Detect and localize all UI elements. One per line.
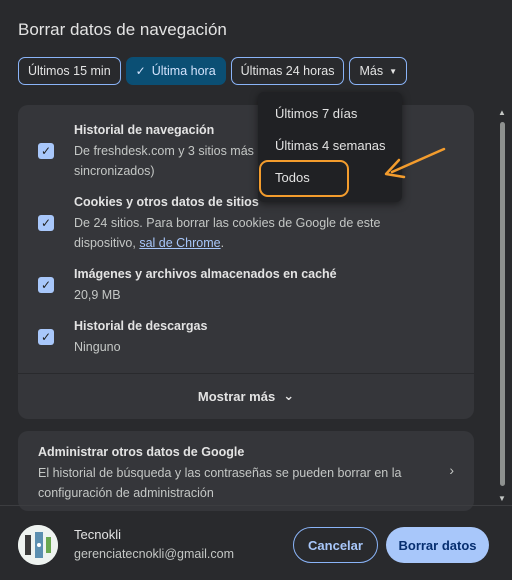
show-more-button[interactable]: Mostrar más ⌄ [18,383,474,409]
chip-label: Últimas 24 horas [240,64,335,78]
annotation-highlight-box [259,160,349,197]
chevron-down-icon: ⌄ [283,388,295,403]
item-desc: De 24 sitios. Para borrar las cookies de… [74,216,381,250]
clear-data-button[interactable]: Borrar datos [386,527,489,563]
card-title: Administrar otros datos de Google [38,445,245,459]
card-desc: El historial de búsqueda y las contraseñ… [38,466,402,500]
caret-down-icon: ▼ [389,66,397,76]
avatar [18,525,58,565]
check-icon: ✓ [135,64,146,78]
checkbox-browsing-history[interactable]: ✓ [38,143,54,159]
checkbox-cookies[interactable]: ✓ [38,215,54,231]
account-name: Tecnokli [74,527,121,542]
chip-last-24-hours[interactable]: Últimas 24 horas [230,57,345,85]
chip-label: Última hora [151,64,216,78]
scroll-down-arrow-icon[interactable]: ▼ [498,494,506,503]
scroll-up-arrow-icon[interactable]: ▲ [498,108,506,117]
divider [18,373,474,374]
item-title: Imágenes y archivos almacenados en caché [74,267,337,281]
sign-out-link[interactable]: sal de Chrome [139,236,220,250]
checkbox-cache[interactable]: ✓ [38,277,54,293]
checkbox-downloads[interactable]: ✓ [38,329,54,345]
manage-google-data-card[interactable]: Administrar otros datos de Google El his… [18,431,474,511]
item-desc: Ninguno [74,340,121,354]
scroll-thumb[interactable] [500,122,505,486]
chip-more[interactable]: Más ▼ [349,57,407,85]
dropdown-option-4-weeks[interactable]: Últimas 4 semanas [275,138,386,153]
chip-label: Últimos 15 min [28,64,111,78]
dropdown-option-7-days[interactable]: Últimos 7 días [275,106,357,121]
cancel-button[interactable]: Cancelar [293,527,378,563]
chip-label: Más [359,64,384,78]
account-email: gerenciatecnokli@gmail.com [74,547,234,561]
data-types-card: ✓ Historial de navegación De freshdesk.c… [18,105,474,419]
scrollbar[interactable]: ▲ ▼ [498,108,508,503]
dialog-title: Borrar datos de navegación [18,20,227,39]
item-title: Historial de descargas [74,319,208,333]
chevron-right-icon: › [449,462,454,478]
chip-last-hour[interactable]: ✓ Última hora [125,57,226,85]
item-title: Cookies y otros datos de sitios [74,195,259,209]
footer-divider [0,505,512,506]
item-title: Historial de navegación [74,123,215,137]
time-range-chips: Últimos 15 min ✓ Última hora Últimas 24 … [18,57,407,85]
item-desc: 20,9 MB [74,288,121,302]
chip-last-15-min[interactable]: Últimos 15 min [18,57,121,85]
